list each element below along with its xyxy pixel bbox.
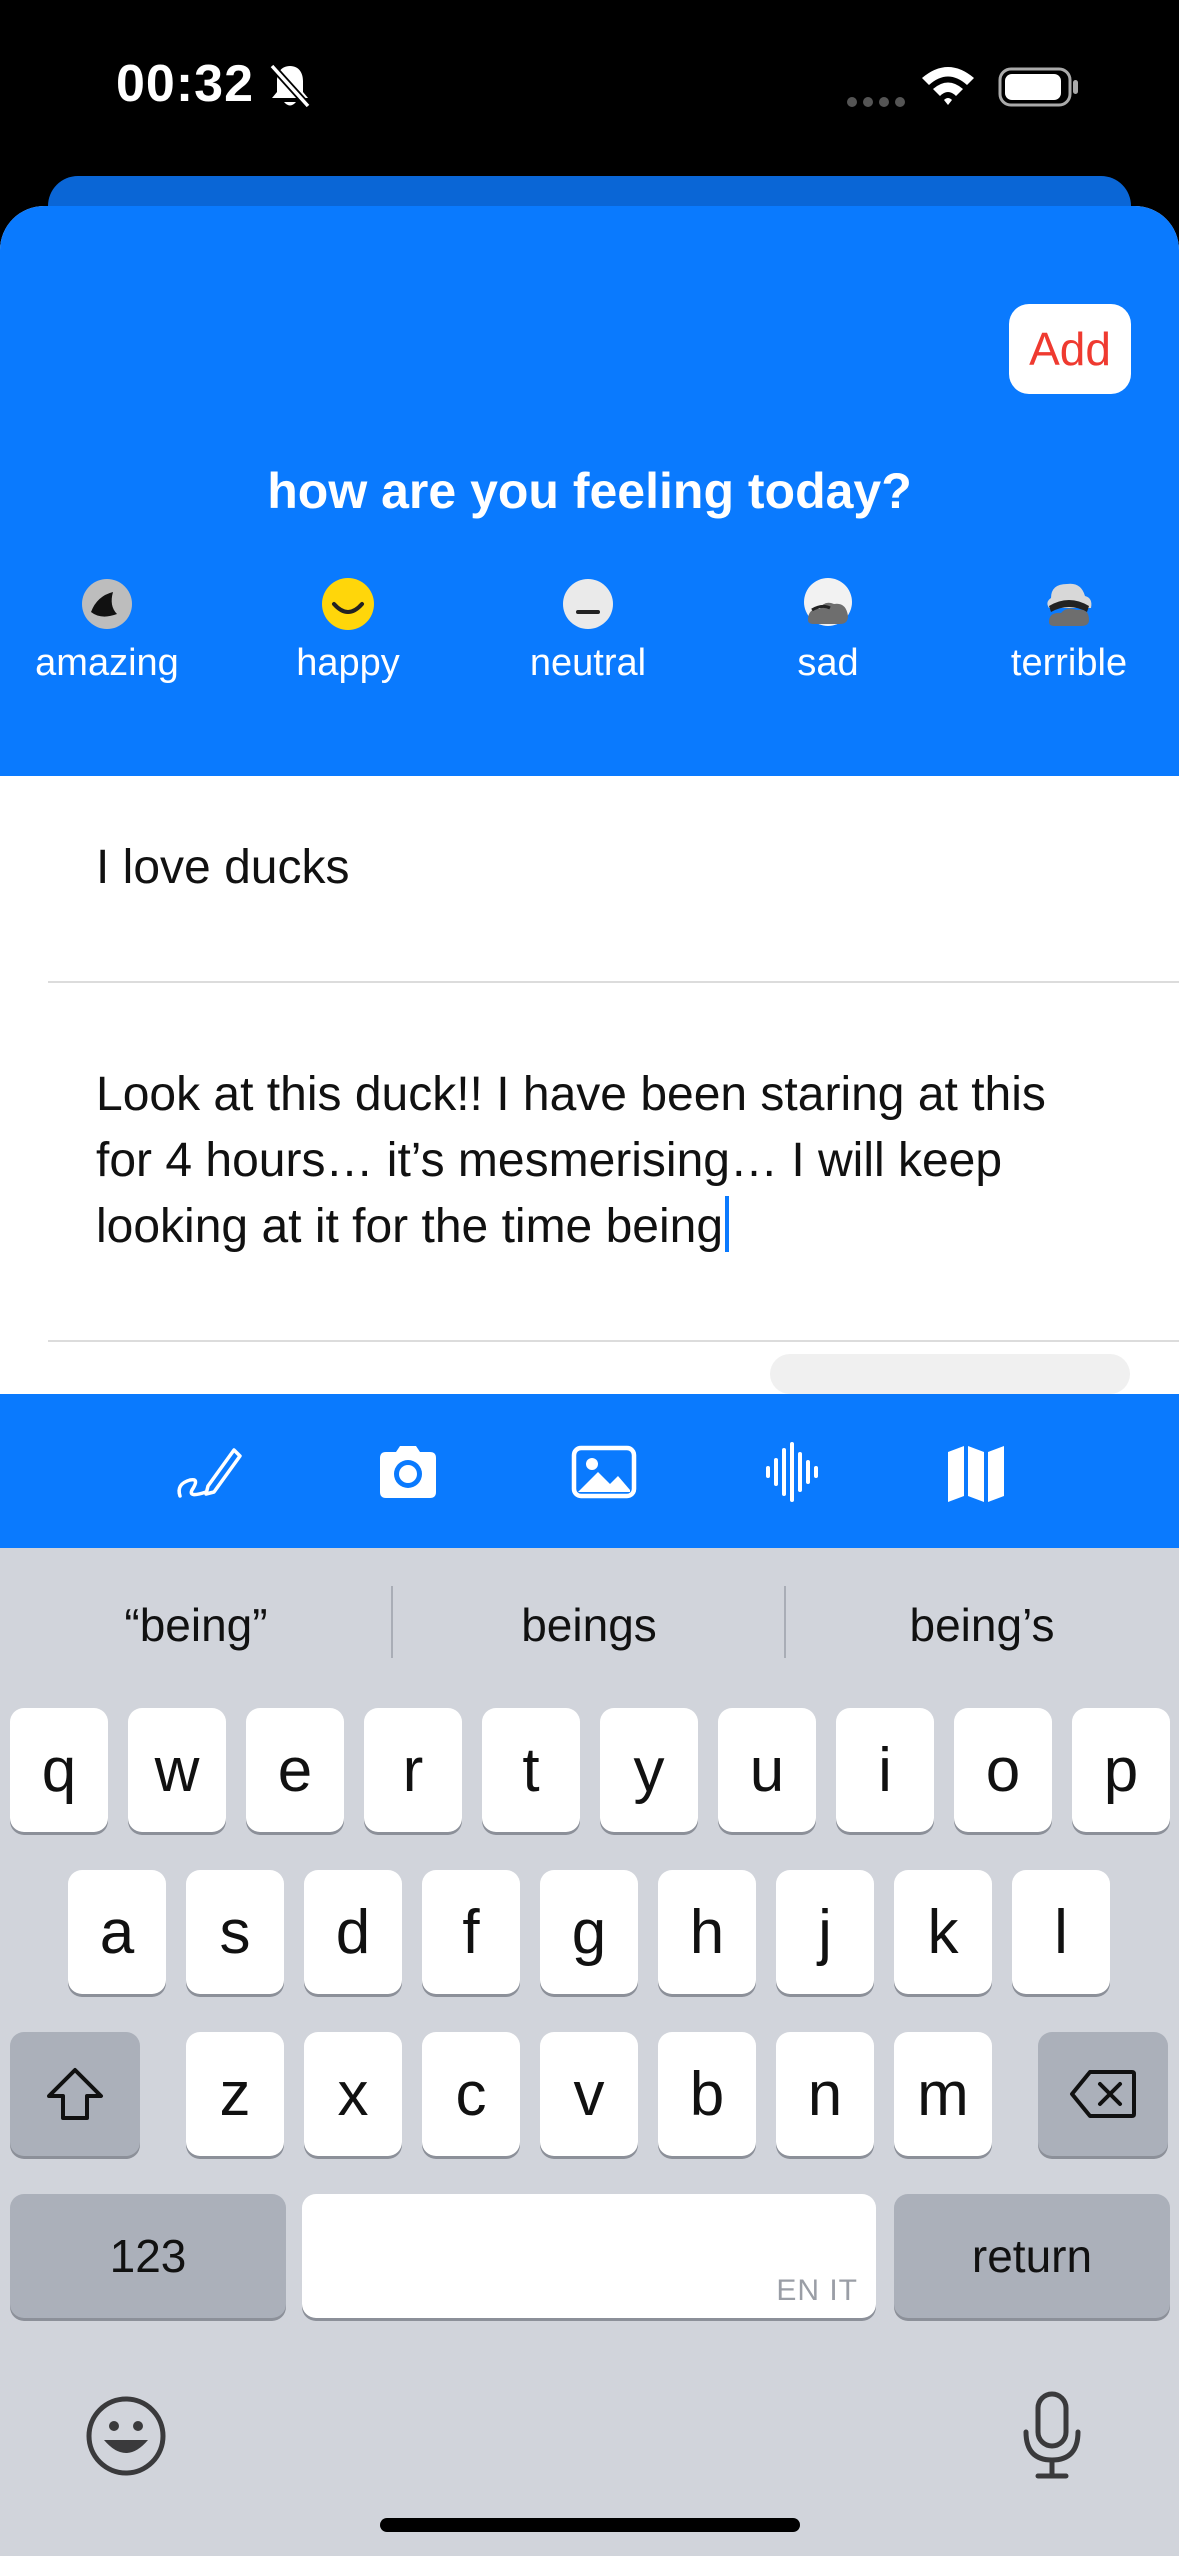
key-v[interactable]: v (540, 2032, 638, 2156)
key-p[interactable]: p (1072, 1708, 1170, 1832)
divider (48, 981, 1179, 983)
key-z[interactable]: z (186, 2032, 284, 2156)
key-n[interactable]: n (776, 2032, 874, 2156)
delete-key[interactable] (1038, 2032, 1168, 2156)
key-y[interactable]: y (600, 1708, 698, 1832)
key-f[interactable]: f (422, 1870, 520, 1994)
key-m[interactable]: m (894, 2032, 992, 2156)
entry-body-field[interactable]: Look at this duck!! I have been staring … (96, 1062, 1076, 1260)
suggestion-3[interactable]: being’s (786, 1598, 1178, 1652)
photo-icon[interactable] (568, 1436, 640, 1508)
text-cursor (725, 1196, 730, 1252)
waveform-icon[interactable] (756, 1436, 828, 1508)
key-i[interactable]: i (836, 1708, 934, 1832)
key-a[interactable]: a (68, 1870, 166, 1994)
moon-icon (82, 579, 132, 629)
key-t[interactable]: t (482, 1708, 580, 1832)
space-key[interactable]: EN IT (302, 2194, 876, 2318)
key-o[interactable]: o (954, 1708, 1052, 1832)
battery-icon (998, 67, 1078, 107)
shift-icon (47, 2068, 103, 2120)
key-w[interactable]: w (128, 1708, 226, 1832)
key-x[interactable]: x (304, 2032, 402, 2156)
cloudy-icon (804, 578, 852, 626)
pencil-icon[interactable] (172, 1436, 244, 1508)
suggestion-1[interactable]: “being” (0, 1598, 392, 1652)
add-button[interactable]: Add (1009, 304, 1131, 394)
mood-prompt: how are you feeling today? (267, 463, 912, 519)
mood-option-amazing[interactable]: amazing (7, 576, 207, 685)
map-icon[interactable] (940, 1436, 1012, 1508)
smiley-icon (322, 578, 374, 630)
microphone-icon[interactable] (1012, 2388, 1092, 2484)
signal-icon (847, 97, 905, 107)
bell-slash-icon (269, 63, 311, 109)
key-e[interactable]: e (246, 1708, 344, 1832)
delete-icon (1070, 2070, 1136, 2118)
keyboard-language-label: EN IT (776, 2274, 858, 2307)
mood-option-sad[interactable]: sad (728, 576, 928, 685)
suggestion-2[interactable]: beings (393, 1598, 785, 1652)
emoji-icon[interactable] (84, 2394, 168, 2478)
key-b[interactable]: b (658, 2032, 756, 2156)
shift-key[interactable] (10, 2032, 140, 2156)
numbers-key[interactable]: 123 (10, 2194, 286, 2318)
key-l[interactable]: l (1012, 1870, 1110, 1994)
mood-label: sad (797, 642, 859, 684)
mood-label: neutral (529, 642, 647, 684)
scroll-peek-pill (770, 1354, 1130, 1394)
attachment-toolbar (0, 1394, 1179, 1548)
key-k[interactable]: k (894, 1870, 992, 1994)
key-u[interactable]: u (718, 1708, 816, 1832)
keyboard: “being” beings being’s q w e r t y u i o… (0, 1548, 1179, 2556)
camera-icon[interactable] (372, 1436, 444, 1508)
entry-body-text: Look at this duck!! I have been staring … (96, 1068, 1046, 1253)
home-indicator (380, 2518, 800, 2532)
key-q[interactable]: q (10, 1708, 108, 1832)
mood-label: happy (296, 642, 400, 684)
mood-option-terrible[interactable]: terrible (969, 576, 1169, 685)
key-j[interactable]: j (776, 1870, 874, 1994)
return-key[interactable]: return (894, 2194, 1170, 2318)
key-s[interactable]: s (186, 1870, 284, 1994)
key-h[interactable]: h (658, 1870, 756, 1994)
key-d[interactable]: d (304, 1870, 402, 1994)
key-r[interactable]: r (364, 1708, 462, 1832)
status-time: 00:32 (116, 55, 254, 113)
wifi-icon (922, 67, 974, 105)
storm-icon (1047, 583, 1092, 626)
mood-label: amazing (35, 642, 179, 684)
key-c[interactable]: c (422, 2032, 520, 2156)
status-bar: 00:32 (0, 0, 1179, 180)
key-g[interactable]: g (540, 1870, 638, 1994)
sheet-header: Add how are you feeling today? amazing h… (0, 206, 1179, 776)
mood-option-neutral[interactable]: neutral (488, 576, 688, 685)
neutral-face-icon (563, 579, 613, 629)
divider (48, 1340, 1179, 1342)
mood-option-happy[interactable]: happy (248, 576, 448, 685)
entry-title-field[interactable]: I love ducks (96, 840, 349, 895)
entry-sheet: Add how are you feeling today? amazing h… (0, 206, 1179, 1556)
mood-label: terrible (1010, 642, 1128, 684)
